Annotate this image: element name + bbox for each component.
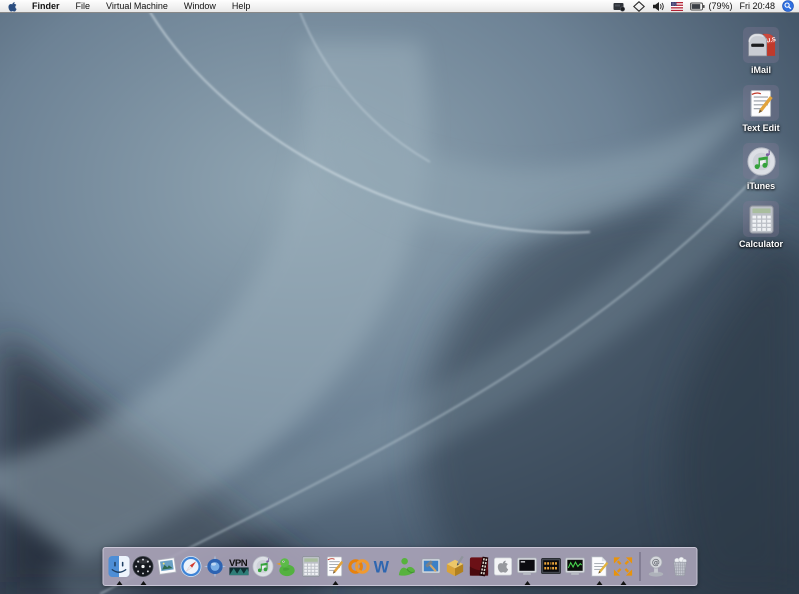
calculator-icon <box>743 201 779 237</box>
terminal-dock-icon[interactable] <box>515 553 539 585</box>
running-indicator <box>620 580 626 585</box>
us-flag-icon[interactable] <box>671 1 684 11</box>
finder-dock-icon[interactable] <box>107 553 131 585</box>
desktop-icon-label: Calculator <box>738 239 783 249</box>
battery-icon[interactable]: (79%) <box>690 1 732 11</box>
calculator-dock-icon[interactable] <box>299 553 323 581</box>
svg-text:W: W <box>374 559 390 577</box>
itunes-icon <box>743 143 779 179</box>
clock-orb-dock-icon[interactable] <box>131 553 155 585</box>
svg-text:VPN: VPN <box>229 558 248 569</box>
diamond-icon[interactable] <box>633 0 646 12</box>
oscilloscope-dock-icon[interactable] <box>563 553 587 581</box>
ms-messenger-dock-icon[interactable] <box>395 553 419 581</box>
battery-percent: (79%) <box>708 1 733 11</box>
desktop-icon-label: iTunes <box>746 181 776 191</box>
script-doc-dock-icon[interactable] <box>587 553 611 585</box>
xcode-dock-icon[interactable] <box>419 553 443 581</box>
menu-window[interactable]: Window <box>176 0 224 12</box>
spotlight-icon[interactable] <box>782 0 794 12</box>
gold-box-pen-dock-icon[interactable] <box>443 553 467 581</box>
menu-file[interactable]: File <box>68 0 99 12</box>
desktop-icon-label: iMail <box>750 65 771 75</box>
svg-text:@: @ <box>652 557 660 567</box>
menu-virtual-machine[interactable]: Virtual Machine <box>98 0 176 12</box>
menu-help[interactable]: Help <box>224 0 259 12</box>
dock-separator <box>639 552 640 581</box>
running-indicator <box>596 580 602 585</box>
ms-office-dock-icon[interactable] <box>347 553 371 581</box>
menu-bar-clock[interactable]: Fri 20:48 <box>739 1 775 11</box>
menu-bar: Finder File Virtual Machine Window Help (79%… <box>0 0 799 13</box>
desktop-icon-text-edit[interactable]: Text Edit <box>725 85 797 133</box>
wallpaper <box>0 12 799 594</box>
desktop-icon-itunes[interactable]: iTunes <box>725 143 797 191</box>
itunes-dock-icon[interactable] <box>251 553 275 581</box>
red-filmstrip-dock-icon[interactable] <box>467 553 491 581</box>
apple-menu-icon[interactable] <box>5 1 24 12</box>
desktop-icon-column: U.S iMail Text Edit iTunes Calculator <box>725 27 797 249</box>
desktop-icon-imail[interactable]: U.S iMail <box>725 27 797 75</box>
running-indicator <box>140 580 146 585</box>
running-indicator <box>524 580 530 585</box>
vpn-dock-icon[interactable]: VPN <box>227 553 251 581</box>
desktop-icon-label: Text Edit <box>742 123 780 133</box>
textedit-icon <box>743 85 779 121</box>
ms-word-dock-icon[interactable]: W <box>371 553 395 581</box>
orange-arrows-dock-icon[interactable] <box>611 553 635 585</box>
at-stamp-dock-icon[interactable]: @ <box>644 553 668 581</box>
adium-duck-dock-icon[interactable] <box>275 553 299 581</box>
apple-card-dock-icon[interactable] <box>491 553 515 581</box>
led-display-dock-icon[interactable] <box>539 553 563 581</box>
textedit-dock-icon[interactable] <box>323 553 347 585</box>
safari-dock-icon[interactable] <box>179 553 203 581</box>
volume-icon[interactable] <box>652 1 665 12</box>
menu-finder[interactable]: Finder <box>24 0 68 12</box>
preview-dock-icon[interactable] <box>155 553 179 581</box>
desktop-icon-calculator[interactable]: Calculator <box>725 201 797 249</box>
mailbox-icon: U.S <box>743 27 779 63</box>
desktop-screen: Finder File Virtual Machine Window Help (79%… <box>0 0 799 594</box>
running-indicator <box>116 580 122 585</box>
network-globe-dock-icon[interactable] <box>203 553 227 581</box>
running-indicator <box>332 580 338 585</box>
dock: VPN W @ <box>102 547 697 586</box>
vm-status-icon[interactable] <box>613 1 626 12</box>
trash-dock-icon[interactable] <box>668 553 692 581</box>
